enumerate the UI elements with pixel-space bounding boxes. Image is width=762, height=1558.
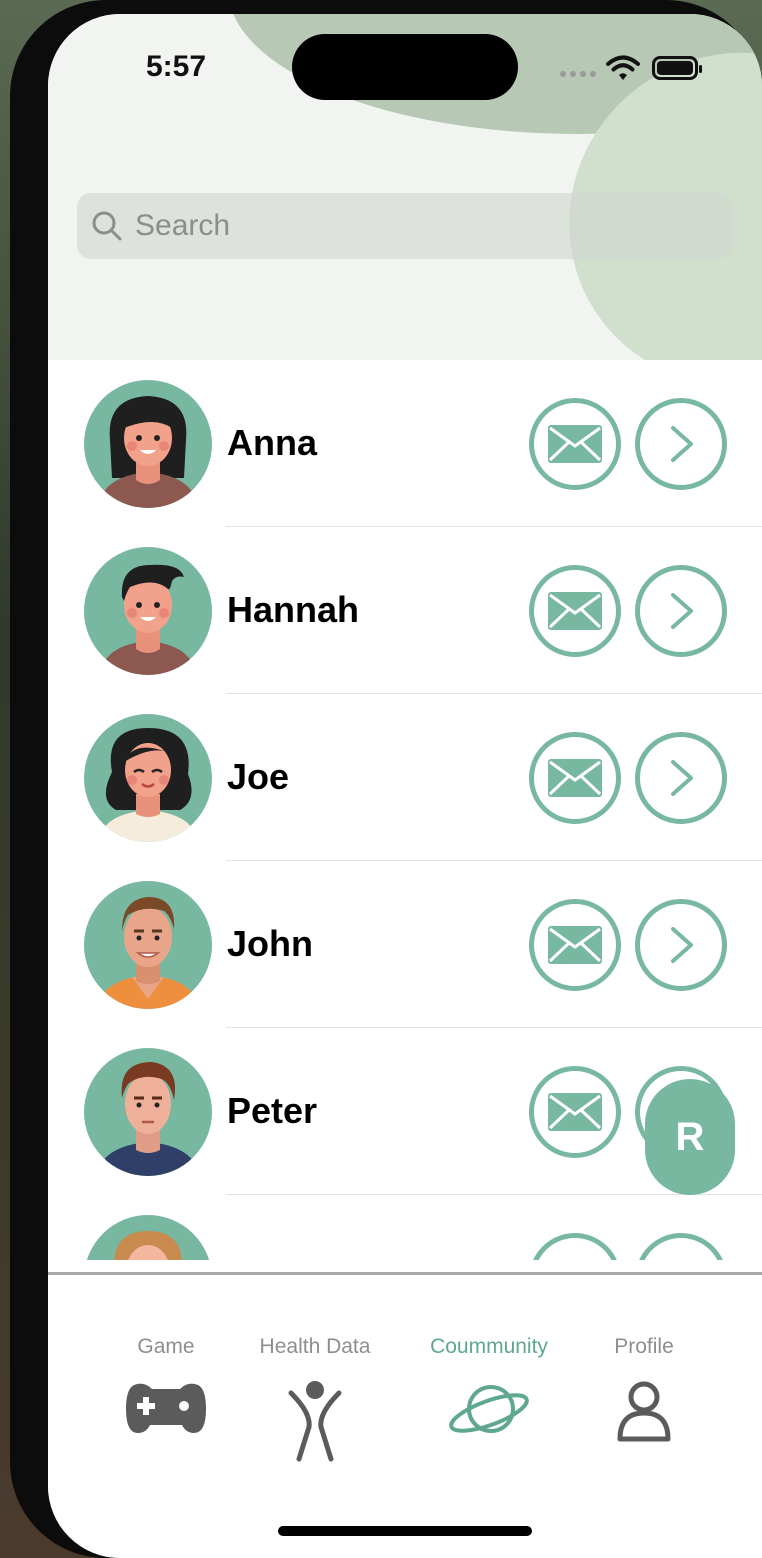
planet-icon [449, 1385, 529, 1433]
chevron-right-icon [671, 593, 693, 629]
tab-community[interactable]: Coummunity [409, 1335, 569, 1443]
avatar[interactable] [84, 714, 212, 842]
contact-name: Joe [227, 756, 290, 797]
dynamic-island [292, 34, 518, 100]
body-figure-icon [288, 1381, 342, 1462]
avatar[interactable] [84, 380, 212, 508]
message-button[interactable] [529, 565, 621, 657]
message-button[interactable] [529, 732, 621, 824]
gamepad-icon [126, 1383, 206, 1433]
person-icon [617, 1381, 671, 1442]
cellular-signal-icon [560, 71, 596, 77]
tab-label: Health Data [259, 1335, 371, 1358]
avatar[interactable] [84, 547, 212, 675]
header-area: 5:57 [48, 14, 762, 360]
contact-name: John [227, 923, 313, 964]
message-button[interactable] [529, 1066, 621, 1158]
mail-icon [548, 926, 602, 964]
list-item[interactable]: Joe [48, 694, 762, 861]
battery-icon [652, 56, 702, 80]
chevron-right-icon [671, 426, 693, 462]
chevron-right-icon [671, 927, 693, 963]
avatar[interactable] [84, 1048, 212, 1176]
wifi-icon [606, 55, 640, 80]
open-profile-button[interactable] [635, 899, 727, 991]
tab-bar: Game Health Data Coummunity Profile [48, 1272, 762, 1558]
avatar[interactable] [84, 1215, 212, 1260]
tab-health-data[interactable]: Health Data [235, 1335, 395, 1463]
open-profile-button[interactable] [635, 732, 727, 824]
tab-profile[interactable]: Profile [564, 1335, 724, 1443]
home-indicator[interactable] [278, 1526, 532, 1536]
contact-name: Peter [227, 1090, 318, 1131]
search-icon [92, 211, 122, 241]
open-profile-button[interactable] [635, 1233, 727, 1260]
list-item[interactable]: John [48, 861, 762, 1028]
status-bar: 5:57 [48, 14, 762, 124]
avatar-image [100, 564, 196, 675]
floating-action-button[interactable]: R [645, 1079, 735, 1195]
mail-icon [548, 592, 602, 630]
list-item[interactable]: Anna [48, 360, 762, 527]
list-item[interactable]: Hannah [48, 527, 762, 694]
mail-icon [547, 1259, 603, 1260]
search-input[interactable] [135, 209, 695, 243]
search-bar[interactable] [77, 193, 733, 259]
open-profile-button[interactable] [635, 398, 727, 490]
avatar[interactable] [84, 881, 212, 1009]
mail-icon [548, 425, 602, 463]
list-item[interactable] [48, 1195, 762, 1260]
tab-game[interactable]: Game [86, 1335, 246, 1439]
mail-icon [548, 1093, 602, 1131]
avatar-image [96, 897, 200, 1009]
status-time: 5:57 [146, 50, 207, 83]
avatar-image [114, 1231, 182, 1260]
app-screen: 5:57 Search Anna Hannah Joe John Peter R… [48, 14, 762, 1558]
avatar-image [96, 1062, 200, 1176]
mail-icon [548, 759, 602, 797]
open-profile-button[interactable] [635, 565, 727, 657]
message-button[interactable] [529, 398, 621, 490]
message-button[interactable] [529, 1233, 621, 1260]
contact-name: Hannah [227, 589, 360, 630]
contact-name: Anna [227, 422, 317, 463]
avatar-image [98, 728, 198, 842]
tab-label: Game [137, 1335, 195, 1358]
phone-frame: 5:57 Search Anna Hannah Joe John Peter R… [10, 0, 762, 1558]
avatar-image [98, 396, 198, 508]
tab-label: Profile [614, 1335, 674, 1358]
message-button[interactable] [529, 899, 621, 991]
chevron-right-icon [661, 1259, 701, 1260]
tab-label: Coummunity [430, 1335, 548, 1358]
chevron-right-icon [671, 760, 693, 796]
